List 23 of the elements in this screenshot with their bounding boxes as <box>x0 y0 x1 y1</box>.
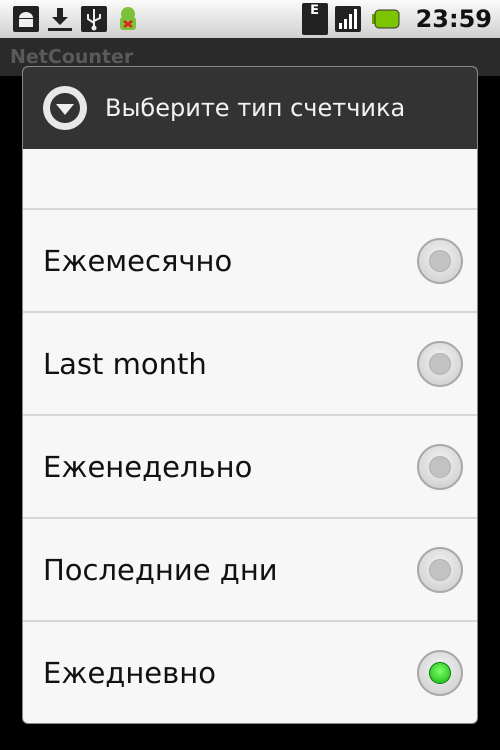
dropdown-icon <box>41 84 89 132</box>
usb-icon <box>80 5 108 33</box>
option-row[interactable]: Последние дни <box>23 517 477 620</box>
option-row[interactable]: Ежедневно <box>23 620 477 723</box>
radio-button[interactable] <box>417 444 463 490</box>
radio-button[interactable] <box>417 340 463 386</box>
option-label: Last month <box>43 346 208 380</box>
option-row[interactable]: Last month <box>23 311 477 414</box>
radio-button[interactable] <box>417 546 463 592</box>
download-icon <box>46 5 74 33</box>
dialog-title: Выберите тип счетчика <box>105 94 406 122</box>
radio-button[interactable] <box>417 650 463 696</box>
option-label: Ежемесячно <box>43 244 234 278</box>
option-label: Последние дни <box>43 552 279 586</box>
option-row[interactable]: Ежемесячно <box>23 208 477 311</box>
clock-time: 23:59 <box>416 5 492 33</box>
option-label: Ежедневно <box>43 656 217 690</box>
option-label: Еженедельно <box>43 450 254 484</box>
option-row[interactable]: Еженедельно <box>23 414 477 517</box>
android-notification-icon <box>12 5 40 33</box>
signal-icon <box>334 5 362 33</box>
network-type-indicator: E <box>302 3 328 35</box>
radio-button[interactable] <box>417 238 463 284</box>
